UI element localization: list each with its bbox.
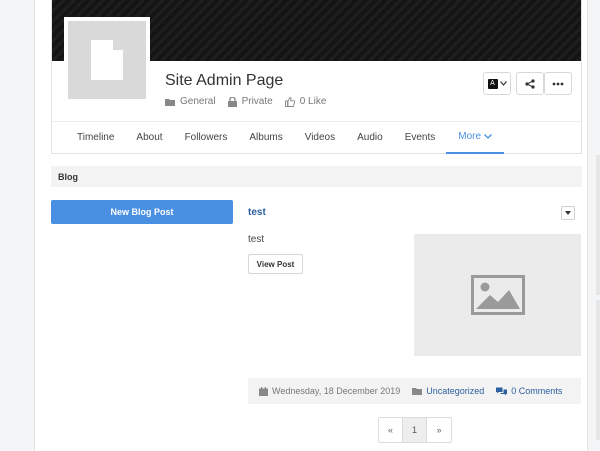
language-dropdown-button[interactable]: A (483, 72, 511, 95)
section-title: Blog (51, 166, 582, 187)
chevron-down-icon (499, 81, 507, 86)
pagination-page-1[interactable]: 1 (403, 418, 427, 442)
tab-followers[interactable]: Followers (174, 122, 239, 154)
tab-albums[interactable]: Albums (238, 122, 293, 154)
caret-down-icon (565, 211, 571, 215)
right-panel-edge (596, 300, 600, 440)
tab-about[interactable]: About (125, 122, 173, 154)
profile-card: Site Admin Page General Private 0 Like A… (51, 0, 582, 154)
privacy-label: Private (241, 96, 273, 107)
post-comments: 0 Comments (496, 386, 562, 396)
left-gutter (0, 0, 35, 451)
folder-icon (165, 98, 175, 106)
pagination: « 1 » (378, 417, 452, 443)
share-button[interactable] (516, 72, 544, 95)
new-blog-post-button[interactable]: New Blog Post (51, 200, 233, 224)
post-meta-footer: Wednesday, 18 December 2019 Uncategorize… (248, 378, 581, 404)
view-post-button[interactable]: View Post (248, 254, 303, 274)
thumbs-up-icon (284, 96, 295, 107)
post-title-link[interactable]: test (248, 207, 266, 218)
calendar-icon (259, 386, 268, 396)
comments-icon (496, 387, 508, 395)
tab-audio[interactable]: Audio (346, 122, 394, 154)
post-date: Wednesday, 18 December 2019 (259, 386, 400, 396)
like-meta[interactable]: 0 Like (284, 96, 327, 107)
tab-more-label: More (458, 131, 482, 142)
like-count: 0 Like (299, 96, 327, 107)
image-icon (470, 275, 525, 315)
tab-timeline[interactable]: Timeline (66, 122, 125, 154)
tab-videos[interactable]: Videos (294, 122, 346, 154)
page-title: Site Admin Page (165, 72, 284, 89)
category-label: General (180, 96, 216, 107)
comments-link[interactable]: 0 Comments (511, 386, 562, 396)
pagination-prev[interactable]: « (379, 418, 403, 442)
post-date-text: Wednesday, 18 December 2019 (272, 386, 401, 396)
chevron-down-icon (484, 134, 493, 139)
more-options-button[interactable] (544, 72, 572, 95)
lock-icon (227, 96, 237, 107)
category-link[interactable]: Uncategorized (426, 386, 484, 396)
post-category: Uncategorized (412, 386, 484, 396)
category-meta: General (165, 96, 216, 107)
file-icon (91, 40, 123, 80)
post-options-dropdown[interactable] (561, 206, 575, 220)
post-image-placeholder[interactable] (414, 234, 581, 356)
ellipsis-icon (552, 82, 564, 85)
profile-tabs: Timeline About Followers Albums Videos A… (52, 121, 581, 154)
post-excerpt: test (248, 234, 265, 245)
tab-more[interactable]: More (446, 122, 505, 154)
right-panel-edge (596, 155, 600, 295)
privacy-meta: Private (227, 96, 273, 107)
profile-meta: General Private 0 Like (165, 96, 338, 107)
tab-events[interactable]: Events (394, 122, 447, 154)
share-icon (525, 78, 535, 89)
pagination-next[interactable]: » (427, 418, 451, 442)
translate-icon: A (487, 78, 498, 89)
folder-icon (412, 388, 423, 395)
avatar[interactable] (64, 17, 150, 103)
right-scroll-area (587, 0, 600, 451)
